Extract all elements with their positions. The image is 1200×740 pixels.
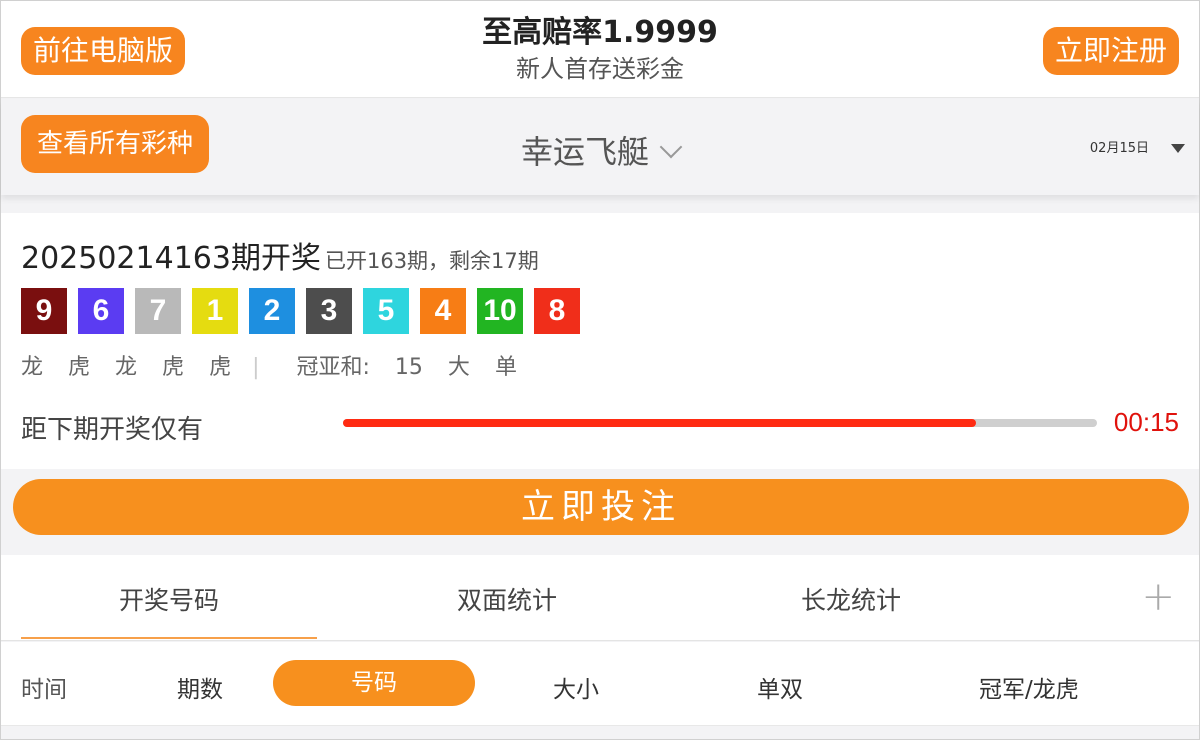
result-ball: 10 [477,288,523,334]
date-selector[interactable]: 02月15日 [1090,137,1185,156]
stats-tabs: 开奖号码 双面统计 长龙统计 + [1,555,1199,641]
result-ball: 5 [363,288,409,334]
result-stats: 龙 虎 龙 虎 虎 | 冠亚和: 15 大 单 [21,349,535,381]
chevron-down-icon [659,135,683,159]
active-tab-underline [21,637,317,639]
subtab-number[interactable]: 号码 [273,660,475,706]
result-ball: 4 [420,288,466,334]
countdown-label: 距下期开奖仅有 [21,415,204,445]
promo-title: 至高赔率1.9999 [482,15,718,50]
result-balls: 9 6 7 1 2 3 5 4 10 8 [21,288,580,334]
dropdown-triangle-icon [1171,144,1185,153]
sum-value: 15 [394,355,423,380]
result-ball: 2 [249,288,295,334]
place-bet-button[interactable]: 立即投注 [13,479,1189,535]
subtab-parity[interactable]: 单双 [757,670,803,704]
dragon-tiger-3: 龙 [115,355,138,380]
issue-progress: 已开163期，剩余17期 [324,249,539,273]
draw-result-panel: 20250214163期开奖 已开163期，剩余17期 9 6 7 1 2 3 5 4 10 8 龙… [1,213,1199,469]
sum-label: 冠亚和: [296,355,370,380]
sum-size: 大 [447,355,470,380]
plus-icon[interactable]: + [1141,577,1175,617]
result-ball: 1 [192,288,238,334]
result-ball: 3 [306,288,352,334]
result-ball: 6 [78,288,124,334]
countdown-progress-track [343,419,1097,427]
issue-number: 20250214163期开奖 [21,241,321,276]
subtab-champion-dragon-tiger[interactable]: 冠军/龙虎 [979,670,1079,704]
tab-long-dragon-stats[interactable]: 长龙统计 [801,581,901,617]
dragon-tiger-4: 虎 [162,355,185,380]
countdown-progress-fill [343,419,977,427]
dragon-tiger-1: 龙 [21,355,44,380]
bet-section: 立即投注 [1,469,1199,555]
subtab-issue: 期数 [177,677,223,703]
result-view-subtabs: 时间 期数 号码 大小 单双 冠军/龙虎 [1,642,1199,726]
dragon-tiger-5: 虎 [209,355,232,380]
sum-parity: 单 [494,355,517,380]
subtab-time: 时间 [21,677,67,703]
promo-banner: 至高赔率1.9999 新人首存送彩金 [1,13,1199,85]
register-button[interactable]: 立即注册 [1042,27,1179,75]
date-label: 02月15日 [1089,141,1149,156]
top-header: 前往电脑版 至高赔率1.9999 新人首存送彩金 立即注册 [1,1,1199,98]
promo-subtitle: 新人首存送彩金 [516,55,684,83]
subtab-size[interactable]: 大小 [553,670,599,704]
issue-line: 20250214163期开奖 已开163期，剩余17期 [21,233,539,277]
result-ball: 8 [534,288,580,334]
lottery-bar: 查看所有彩种 幸运飞艇 02月15日 [1,99,1199,195]
tab-two-sided-stats[interactable]: 双面统计 [457,581,557,617]
countdown-timer: 00:15 [1113,407,1179,437]
dragon-tiger-2: 虎 [68,355,91,380]
lottery-name: 幸运飞艇 [520,133,649,171]
divider: | [252,355,260,380]
lottery-selector[interactable]: 幸运飞艇 [1,127,1199,173]
tab-draw-numbers[interactable]: 开奖号码 [119,581,219,617]
result-ball: 7 [135,288,181,334]
result-ball: 9 [21,288,67,334]
